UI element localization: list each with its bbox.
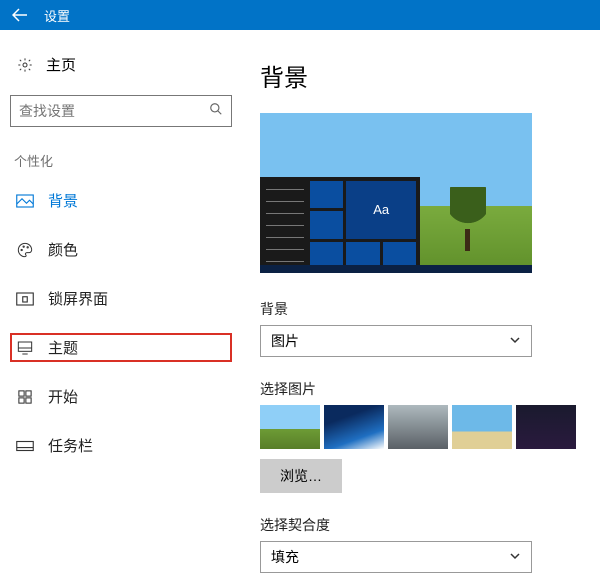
app-title: 设置 <box>44 6 70 25</box>
preview-tile-aa: Aa <box>346 181 416 239</box>
sidebar-item-lockscreen[interactable]: 锁屏界面 <box>10 284 232 313</box>
sidebar-item-label: 颜色 <box>48 239 78 260</box>
palette-icon <box>14 242 36 258</box>
preview-start-menu: Aa <box>260 177 420 273</box>
chevron-down-icon <box>509 333 521 349</box>
background-dropdown[interactable]: 图片 <box>260 325 532 357</box>
thumbnail[interactable] <box>516 405 576 449</box>
fit-dropdown[interactable]: 填充 <box>260 541 532 573</box>
titlebar: 设置 <box>0 0 600 30</box>
start-icon <box>14 390 36 404</box>
home-link[interactable]: 主页 <box>10 48 232 81</box>
preview-taskbar <box>260 265 532 273</box>
gear-icon <box>14 57 36 73</box>
search-input[interactable] <box>19 103 209 119</box>
sidebar-item-label: 主题 <box>48 337 78 358</box>
taskbar-icon <box>14 440 36 452</box>
sidebar-item-start[interactable]: 开始 <box>10 382 232 411</box>
main-content: 背景 Aa 背景 图片 选择图片 <box>242 30 600 580</box>
home-label: 主页 <box>46 54 76 75</box>
sidebar-item-colors[interactable]: 颜色 <box>10 235 232 264</box>
nav-list: 背景 颜色 锁屏界面 主题 <box>10 186 232 460</box>
choose-picture-label: 选择图片 <box>260 379 576 399</box>
thumbnail[interactable] <box>260 405 320 449</box>
sidebar-item-themes[interactable]: 主题 <box>10 333 232 362</box>
sidebar-item-label: 开始 <box>48 386 78 407</box>
section-label: 个性化 <box>10 151 232 170</box>
preview-tree <box>450 187 486 233</box>
sidebar: 主页 个性化 背景 颜色 <box>0 30 242 580</box>
search-box[interactable] <box>10 95 232 127</box>
thumbnail[interactable] <box>452 405 512 449</box>
sidebar-item-label: 背景 <box>48 190 78 211</box>
search-icon <box>209 102 223 121</box>
desktop-preview: Aa <box>260 113 532 273</box>
sidebar-item-label: 锁屏界面 <box>48 288 108 309</box>
picture-icon <box>14 194 36 208</box>
fit-value: 填充 <box>271 547 299 567</box>
page-title: 背景 <box>260 58 576 93</box>
thumbnail[interactable] <box>388 405 448 449</box>
fit-label: 选择契合度 <box>260 515 576 535</box>
background-value: 图片 <box>271 331 299 351</box>
theme-icon <box>14 340 36 356</box>
sidebar-item-background[interactable]: 背景 <box>10 186 232 215</box>
chevron-down-icon <box>509 549 521 565</box>
sidebar-item-label: 任务栏 <box>48 435 93 456</box>
sidebar-item-taskbar[interactable]: 任务栏 <box>10 431 232 460</box>
back-button[interactable] <box>0 0 40 30</box>
background-label: 背景 <box>260 299 576 319</box>
browse-button[interactable]: 浏览… <box>260 459 342 493</box>
picture-thumbnails <box>260 405 576 449</box>
thumbnail[interactable] <box>324 405 384 449</box>
lock-frame-icon <box>14 292 36 306</box>
